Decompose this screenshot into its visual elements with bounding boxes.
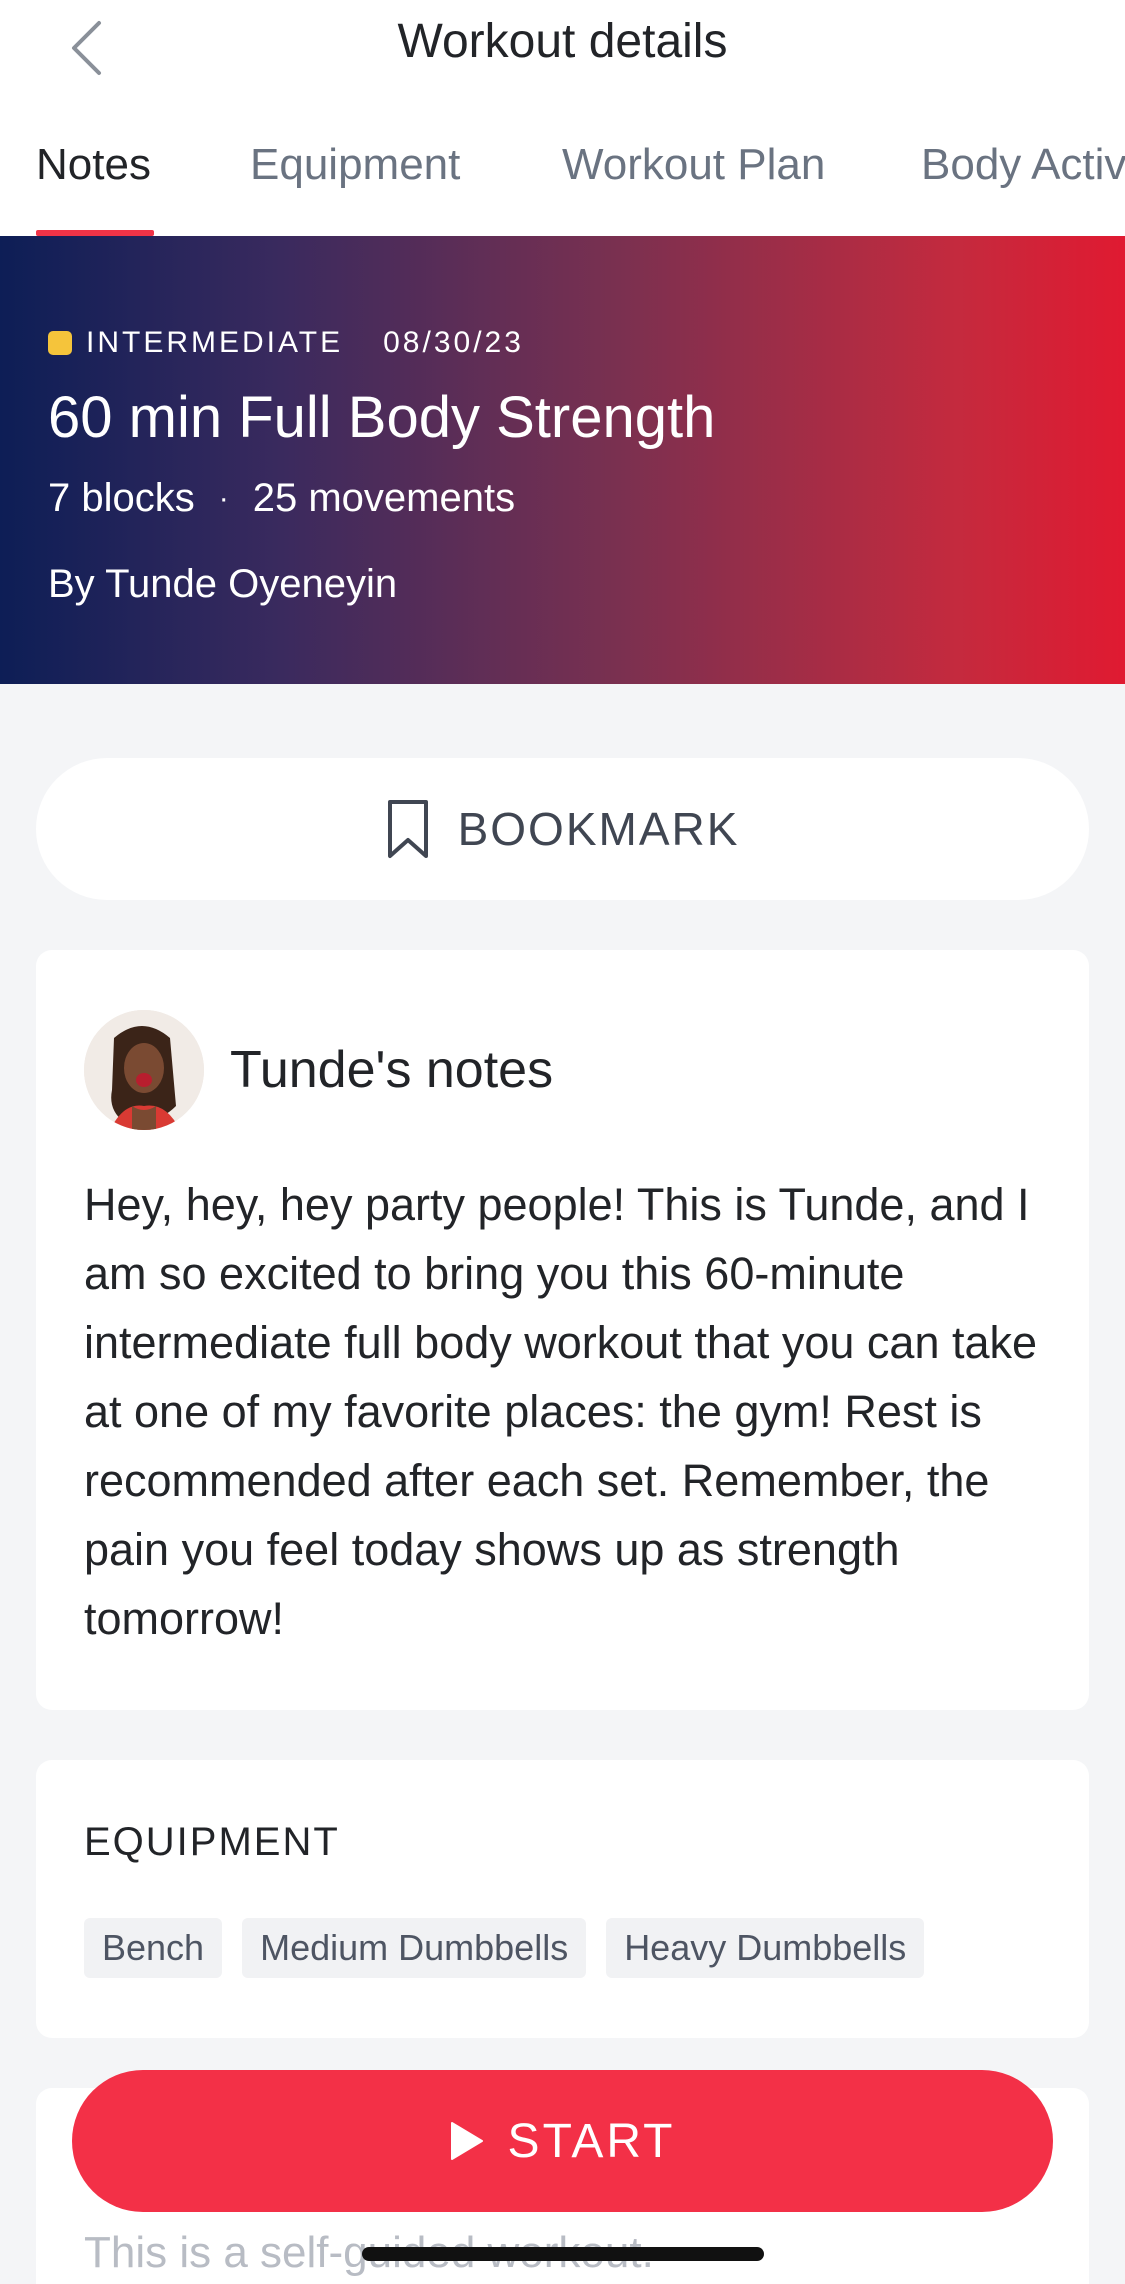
meta-separator: · [218, 481, 229, 515]
start-label: START [507, 2114, 676, 2168]
bookmark-icon [387, 800, 428, 858]
workout-meta: 7 blocks · 25 movements [48, 476, 515, 521]
tab-workout-plan[interactable]: Workout Plan [562, 140, 825, 190]
instructor-notes-card: Tunde's notes Hey, hey, hey party people… [36, 950, 1089, 1710]
start-button[interactable]: START [72, 2070, 1053, 2212]
workout-details-screen: Workout details Notes Equipment Workout … [0, 0, 1125, 2284]
equipment-card: EQUIPMENT Bench Medium Dumbbells Heavy D… [36, 1760, 1089, 2038]
blocks-count: 7 blocks [48, 476, 195, 520]
workout-title: 60 min Full Body Strength [48, 385, 716, 450]
equipment-chip: Medium Dumbbells [242, 1918, 587, 1978]
tab-bar: Notes Equipment Workout Plan Body Activ [0, 140, 1125, 236]
notes-title: Tunde's notes [230, 1041, 554, 1099]
workout-date: 08/30/23 [383, 326, 524, 359]
level-row: INTERMEDIATE 08/30/23 [48, 326, 524, 360]
bookmark-label: BOOKMARK [457, 803, 740, 855]
workout-hero: INTERMEDIATE 08/30/23 60 min Full Body S… [0, 236, 1125, 684]
tab-equipment[interactable]: Equipment [250, 140, 460, 190]
equipment-chip: Heavy Dumbbells [606, 1918, 925, 1978]
bookmark-button[interactable]: BOOKMARK [36, 758, 1089, 900]
home-indicator [362, 2247, 764, 2261]
page-title: Workout details [397, 15, 728, 68]
equipment-list: Bench Medium Dumbbells Heavy Dumbbells [84, 1918, 944, 1978]
tab-body-activity[interactable]: Body Activ [921, 140, 1125, 190]
tab-notes[interactable]: Notes [36, 140, 151, 190]
avatar [84, 1010, 204, 1130]
instructor-photo [84, 1010, 204, 1130]
top-bar: Workout details Notes Equipment Workout … [0, 0, 1125, 236]
equipment-heading: EQUIPMENT [84, 1820, 340, 1864]
equipment-chip: Bench [84, 1918, 223, 1978]
level-label: INTERMEDIATE [86, 326, 344, 359]
movements-count: 25 movements [252, 476, 516, 520]
notes-body: Hey, hey, hey party people! This is Tund… [84, 1179, 1038, 1644]
instructor-name: By Tunde Oyeneyin [48, 562, 398, 606]
play-icon [450, 2122, 483, 2160]
level-indicator-icon [48, 331, 72, 355]
